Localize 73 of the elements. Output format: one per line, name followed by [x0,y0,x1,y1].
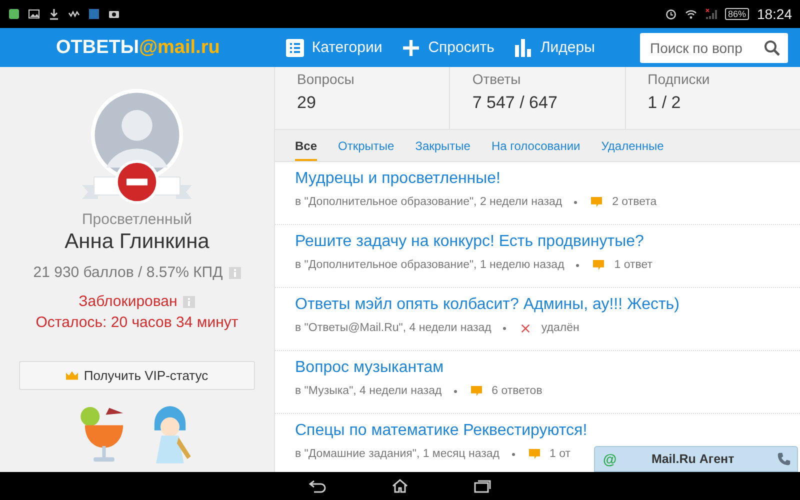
separator-dot [454,390,457,392]
nav-link[interactable]: Категории [286,38,382,56]
comment-icon [470,386,482,396]
question-link[interactable]: Мудрецы и просветленные! [295,170,780,188]
search-icon[interactable] [764,40,780,56]
site-logo[interactable]: ОТВЕТЫ@mail.ru [56,36,220,58]
camera-icon [108,8,120,20]
user-rank: Просветленный [82,211,192,228]
question-meta: в "Дополнительное образование", 1 неделю назад [295,259,564,271]
separator-dot [574,200,578,204]
remaining-time: Осталось: 20 часов 34 минут [36,314,238,331]
crown-icon [66,371,78,380]
app-icon [8,8,20,20]
user-name: Анна Глинкина [64,230,210,254]
stat-label: Вопросы [297,71,356,87]
app-icon [88,8,100,20]
filter-tab[interactable]: Все [295,130,318,161]
filter-tab[interactable]: Удаленные [601,130,664,161]
back-icon[interactable] [308,479,328,493]
stat-card[interactable]: Вопросы 29 [275,67,450,129]
user-score: 21 930 баллов / 8.57% КПД [33,264,223,281]
stat-label: Ответы [472,71,522,87]
stat-card[interactable]: Подписки 1 / 2 [626,67,800,129]
question-link[interactable]: Решите задачу на конкурс! Есть продвинутые? [295,233,780,251]
stat-value: 1 / 2 [648,93,682,113]
nav-link[interactable]: Лидеры [514,38,595,56]
nav-link[interactable]: Спросить [402,38,494,56]
alarm-icon [664,8,677,20]
wave-icon [68,8,80,20]
question-link[interactable]: Ответы мэйл опять колбасит? Админы, ау!!! Жесть) [295,296,780,314]
signal-icon [704,8,717,20]
comment-icon [528,448,540,460]
download-icon [48,8,60,20]
image-icon [28,8,40,20]
home-icon[interactable] [390,479,410,493]
answer-count: 2 ответа [612,196,657,208]
agent-title: Mail.Ru Агент [650,452,736,466]
battery-indicator: 86% [724,8,749,20]
answer-count: удалён [541,322,580,334]
comment-icon [591,196,602,208]
filter-tab[interactable]: Открытые [338,130,394,161]
stat-value: 29 [297,93,317,113]
filter-tab[interactable]: На голосовании [491,130,580,161]
phone-icon[interactable] [777,452,791,466]
comment-icon [593,260,604,270]
stat-value: 7 547 / 647 [472,93,558,113]
search-field[interactable]: Поиск по вопр [640,32,788,62]
list-icon [286,38,304,56]
answer-count: 1 ответ [614,259,653,271]
stat-label: Подписки [648,71,711,87]
plus-icon [402,38,420,56]
wifi-icon [684,8,697,20]
bar-chart-icon [514,38,532,56]
answer-count: 1 от [550,448,571,460]
cross-icon [520,322,532,334]
question-meta: в "Дополнительное образование", 2 недели назад [295,196,562,208]
question-link[interactable]: Спецы по математике Реквестируются! [295,422,780,440]
vip-button[interactable]: Получить VIP-статус [19,361,255,390]
question-link[interactable]: Вопрос музыкантам [295,359,780,377]
separator-dot [503,326,506,330]
question-meta: в "Музыка", 4 недели назад [295,385,442,397]
answer-count: 6 ответов [492,385,542,397]
blocked-status: Заблокирован [78,293,178,310]
question-meta: в "Ответы@Mail.Ru", 4 недели назад [295,322,492,334]
filter-tab[interactable]: Закрытые [415,130,470,161]
clock-time: 18:24 [756,6,792,22]
recent-apps-icon[interactable] [472,479,492,493]
stat-card[interactable]: Ответы 7 547 / 647 [450,67,626,129]
agent-bar[interactable]: @ Mail.Ru Агент [594,446,798,472]
question-meta: в "Домашние задания", 1 месяц назад [295,448,500,460]
at-icon: @ [603,451,617,467]
separator-dot [512,452,514,456]
separator-dot [576,264,580,266]
